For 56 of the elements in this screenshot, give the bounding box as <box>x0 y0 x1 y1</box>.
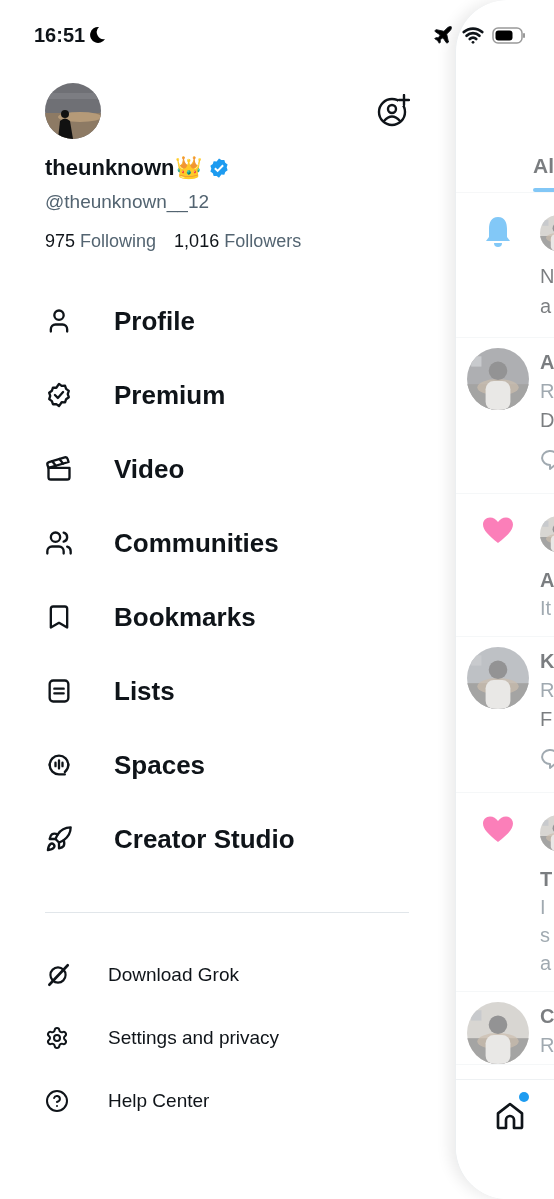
notification-row[interactable]: A It <box>456 494 554 637</box>
notification-text: R <box>540 678 554 703</box>
menu-item[interactable]: Lists <box>114 675 175 707</box>
notification-text: F <box>540 707 554 732</box>
notification-row[interactable]: C R <box>456 992 554 1065</box>
notification-text: R <box>540 1033 554 1058</box>
notification-row[interactable]: T I s a <box>456 793 554 992</box>
tab[interactable]: Al <box>533 154 554 178</box>
menu-item[interactable]: Video <box>114 453 185 485</box>
menu-item[interactable]: Help Center <box>108 1089 210 1112</box>
menu-item[interactable]: Settings and privacy <box>108 1026 280 1049</box>
notification-text: R <box>540 379 554 404</box>
user-name: K <box>540 649 554 674</box>
profile-name: theunknown👑 <box>45 155 202 181</box>
menu-item[interactable]: Bookmarks <box>114 601 256 633</box>
profile-avatar[interactable] <box>45 83 101 139</box>
following-link[interactable]: 975 Following <box>45 231 157 252</box>
airplane-icon <box>432 24 454 46</box>
notification-row[interactable]: N a <box>456 193 554 338</box>
heart-icon <box>482 516 514 544</box>
menu-item[interactable]: Communities <box>114 527 279 559</box>
user-name: C <box>540 1004 554 1029</box>
help-icon <box>45 1088 69 1113</box>
people-icon <box>45 529 73 557</box>
notification-text: D <box>540 408 554 433</box>
notification-text: s <box>540 923 551 948</box>
badge-check-icon <box>45 381 73 409</box>
menu-item[interactable]: Creator Studio <box>114 823 295 855</box>
status-time: 16:51 <box>34 23 86 47</box>
bell-icon <box>483 215 513 247</box>
home-icon[interactable] <box>494 1100 526 1132</box>
notification-text: a <box>540 951 553 976</box>
user-name: A <box>540 350 554 375</box>
menu-item[interactable]: Premium <box>114 379 226 411</box>
notification-text: N <box>540 264 554 289</box>
wifi-icon <box>462 24 484 46</box>
notification-text: I <box>540 895 547 920</box>
rocket-icon <box>45 825 73 853</box>
user-name: T <box>540 867 554 892</box>
notification-text: It <box>540 596 553 621</box>
notification-text: a <box>540 294 553 319</box>
video-icon <box>45 455 73 483</box>
menu-item[interactable]: Profile <box>114 305 195 337</box>
settings-icon <box>45 1025 69 1050</box>
user-name: A <box>540 568 554 593</box>
notification-row[interactable]: A R D <box>456 338 554 494</box>
menu-item[interactable]: Spaces <box>114 749 206 781</box>
menu-item[interactable]: Download Grok <box>108 963 239 986</box>
notification-row[interactable]: K R F <box>456 637 554 793</box>
heart-icon <box>482 815 514 843</box>
followers-link[interactable]: 1,016 Followers <box>174 231 302 252</box>
profile-handle: @theunknown__12 <box>45 191 211 213</box>
moon-icon <box>88 26 107 44</box>
slashed-circle-icon <box>45 961 71 988</box>
add-account-icon[interactable] <box>376 94 410 128</box>
battery-icon <box>492 26 526 44</box>
